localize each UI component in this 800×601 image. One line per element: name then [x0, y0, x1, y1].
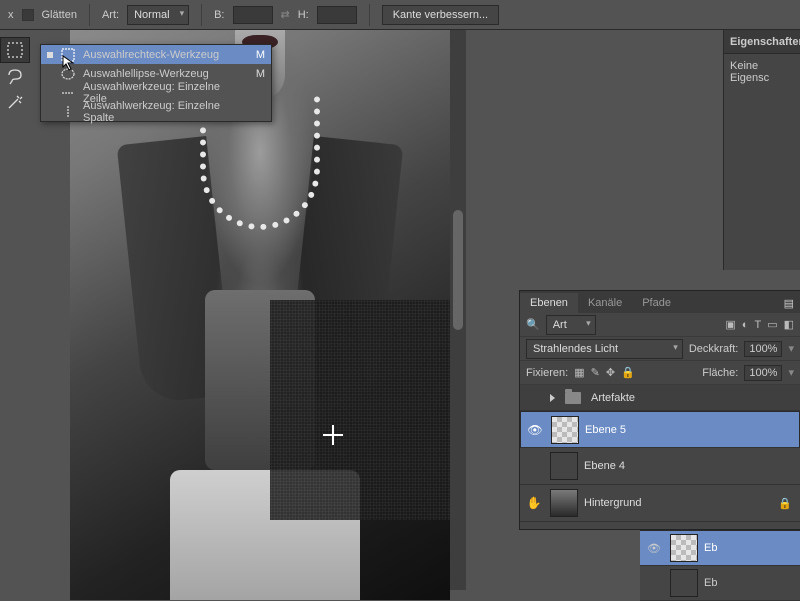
- flyout-item-col[interactable]: Auswahlwerkzeug: Einzelne Spalte: [41, 102, 271, 121]
- canvas-scrollbar[interactable]: [450, 30, 466, 590]
- lock-move-icon[interactable]: ✥: [606, 366, 615, 379]
- opacity-field[interactable]: 100%: [744, 341, 782, 357]
- art-select[interactable]: Normal: [127, 5, 189, 25]
- opacity-label: Deckkraft:: [689, 343, 739, 355]
- row-marquee-icon: [61, 86, 75, 100]
- lock-label: Fixieren:: [526, 367, 568, 379]
- blend-mode-select[interactable]: Strahlendes Licht: [526, 339, 683, 359]
- filter-smart-icon[interactable]: ◧: [784, 318, 794, 331]
- height-label: H:: [298, 9, 309, 21]
- smooth-checkbox[interactable]: [22, 9, 34, 21]
- swap-icon[interactable]: ⇄: [281, 8, 290, 21]
- tab-layers[interactable]: Ebenen: [520, 293, 578, 313]
- smooth-label: Glätten: [42, 9, 77, 21]
- width-field[interactable]: [233, 6, 273, 24]
- refine-edge-button[interactable]: Kante verbessern...: [382, 5, 499, 25]
- tool-column: [0, 37, 32, 115]
- filter-image-icon[interactable]: ▣: [725, 318, 735, 331]
- visibility-toggle[interactable]: ✋: [524, 496, 544, 510]
- layer-thumbnail[interactable]: [550, 489, 578, 517]
- folder-icon: [565, 392, 581, 404]
- properties-empty-text: Keine Eigensc: [724, 54, 800, 90]
- layer-thumbnail[interactable]: [670, 534, 698, 562]
- visibility-toggle[interactable]: 👁: [644, 542, 664, 555]
- layer-row[interactable]: 👁 Ebene 5: [520, 411, 800, 448]
- layer-thumbnail[interactable]: [551, 416, 579, 444]
- panel-menu-icon[interactable]: ▤: [778, 294, 800, 313]
- properties-tab[interactable]: Eigenschaften: [724, 30, 800, 54]
- lock-icon: 🔒: [778, 497, 792, 510]
- tab-channels[interactable]: Kanäle: [578, 293, 632, 313]
- secondary-layers-panel: 👁 Eb Eb: [640, 530, 800, 600]
- magic-wand-tool[interactable]: [0, 89, 30, 115]
- layer-row[interactable]: 👁 Eb: [640, 531, 800, 566]
- noise-selection-area: [270, 300, 450, 520]
- lock-all-icon[interactable]: 🔒: [621, 366, 635, 379]
- width-label: B:: [214, 9, 224, 21]
- cursor-icon: [62, 55, 78, 74]
- lock-brush-icon[interactable]: ✎: [591, 366, 600, 379]
- filter-shape-icon[interactable]: ▭: [767, 318, 777, 331]
- layer-thumbnail[interactable]: [670, 569, 698, 597]
- disclosure-icon[interactable]: [550, 394, 555, 402]
- layer-row[interactable]: ✋ Hintergrund 🔒: [520, 485, 800, 522]
- filter-select[interactable]: Art: [546, 315, 596, 335]
- tab-paths[interactable]: Pfade: [632, 293, 681, 313]
- height-field[interactable]: [317, 6, 357, 24]
- options-bar: x Glätten Art: Normal B: ⇄ H: Kante verb…: [0, 0, 800, 30]
- lock-pixels-icon[interactable]: ▦: [574, 366, 584, 379]
- filter-adjust-icon[interactable]: ◐: [742, 319, 749, 331]
- layer-group-row[interactable]: Artefakte: [520, 385, 800, 411]
- col-marquee-icon: [61, 105, 75, 119]
- art-label: Art:: [102, 9, 119, 21]
- filter-text-icon[interactable]: T: [754, 319, 761, 331]
- layer-thumbnail[interactable]: [550, 452, 578, 480]
- layer-row[interactable]: Ebene 4: [520, 448, 800, 485]
- fill-field[interactable]: 100%: [744, 365, 782, 381]
- fill-label: Fläche:: [702, 367, 738, 379]
- layers-panel: Ebenen Kanäle Pfade ▤ 🔍 Art ▣ ◐ T ▭ ◧ St…: [519, 290, 800, 530]
- marquee-tool[interactable]: [0, 37, 30, 63]
- properties-panel: Eigenschaften Keine Eigensc: [723, 30, 800, 270]
- visibility-toggle[interactable]: 👁: [525, 423, 545, 437]
- layer-row[interactable]: Eb: [640, 566, 800, 601]
- search-icon: 🔍: [526, 318, 540, 331]
- crosshair-icon: [323, 425, 343, 445]
- lasso-tool[interactable]: [0, 63, 30, 89]
